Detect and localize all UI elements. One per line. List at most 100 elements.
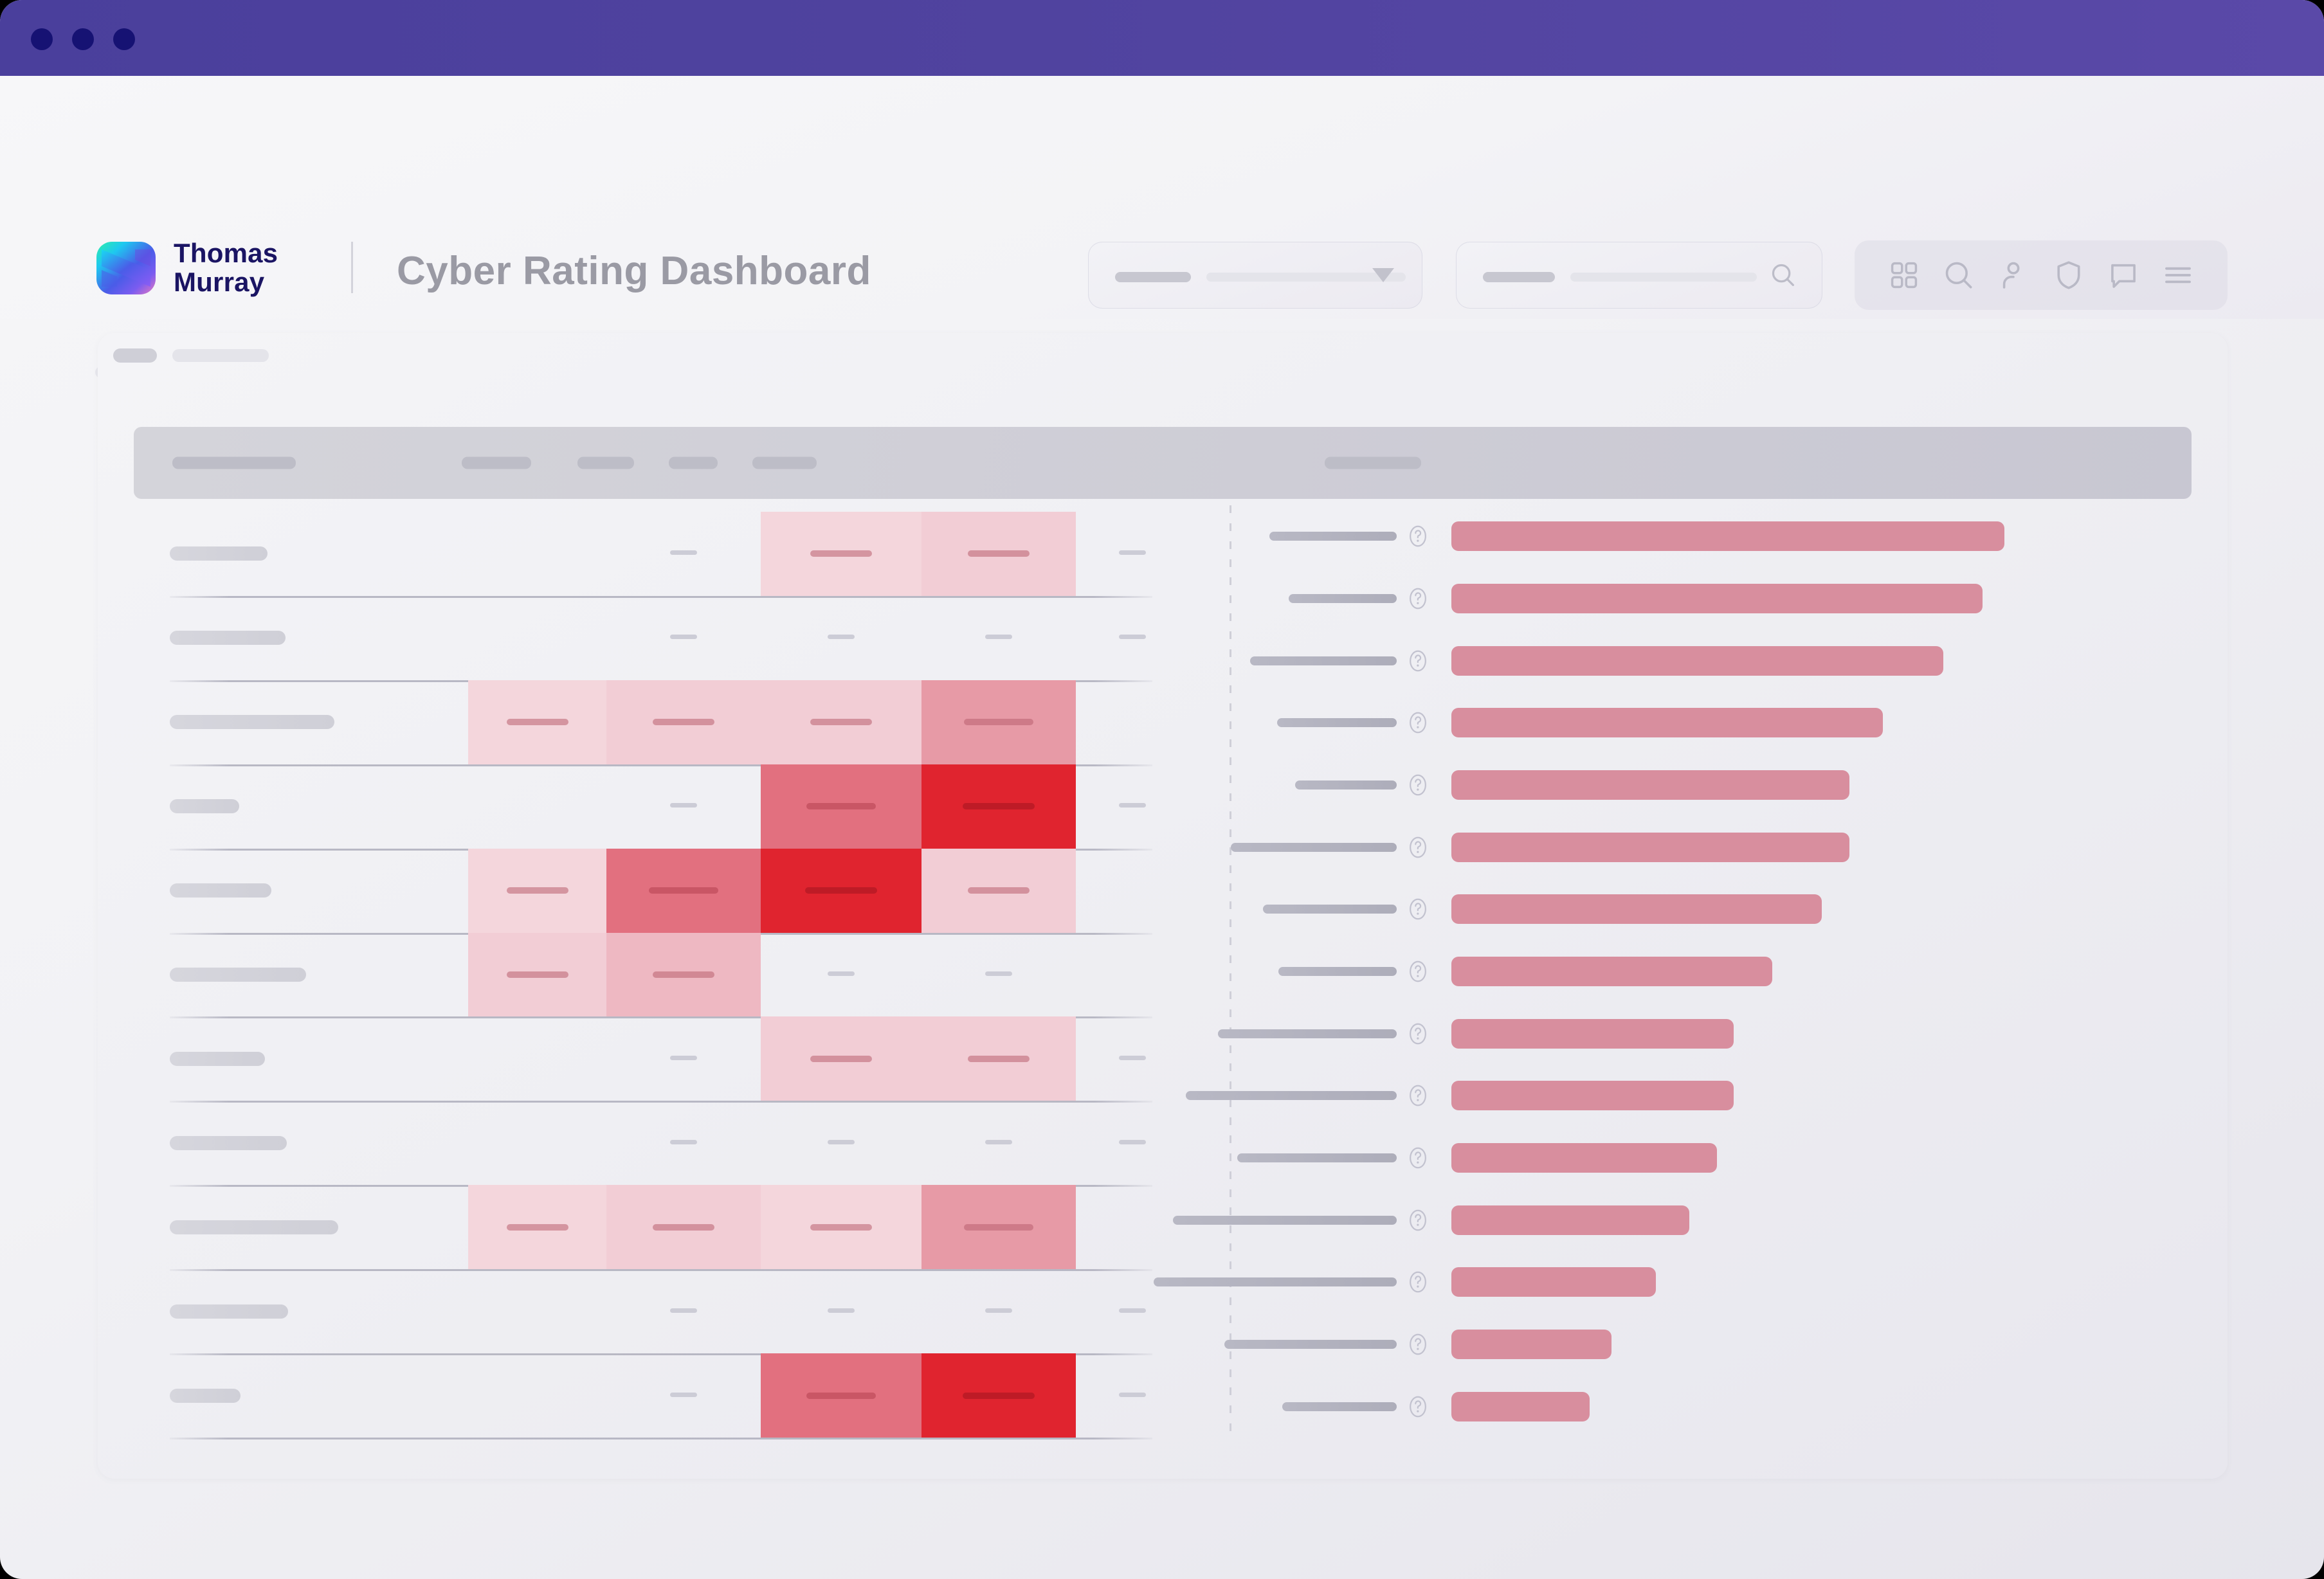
bar[interactable] — [1451, 894, 1822, 925]
bar[interactable] — [1451, 1391, 1590, 1421]
table-row[interactable] — [134, 512, 1188, 596]
question-mark-circle-icon[interactable] — [1407, 1268, 1429, 1296]
column-header-6[interactable] — [1325, 456, 1421, 469]
heatmap-cell[interactable] — [1076, 1101, 1188, 1185]
bar[interactable] — [1451, 1143, 1717, 1173]
table-row[interactable] — [134, 1016, 1188, 1101]
column-header-1[interactable] — [172, 456, 296, 469]
question-mark-circle-icon[interactable] — [1407, 833, 1429, 862]
heatmap-cell[interactable] — [468, 596, 606, 680]
heatmap-cell[interactable] — [606, 764, 761, 849]
bar-chart-row[interactable] — [1224, 1326, 2194, 1362]
bar[interactable] — [1451, 1205, 1689, 1235]
heatmap-cell[interactable] — [761, 1353, 921, 1438]
table-row[interactable] — [134, 1185, 1188, 1270]
question-mark-circle-icon[interactable] — [1407, 1330, 1429, 1358]
bar-chart-row[interactable] — [1218, 1016, 2194, 1052]
bar-chart-row[interactable] — [1268, 767, 2194, 803]
bar-chart-row[interactable] — [1250, 643, 2194, 679]
bar[interactable] — [1451, 957, 1772, 986]
heatmap-cell[interactable] — [606, 1101, 761, 1185]
maximize-button[interactable] — [113, 28, 135, 50]
bar[interactable] — [1451, 770, 1849, 800]
column-header-3[interactable] — [577, 456, 634, 469]
heatmap-cell[interactable] — [606, 932, 761, 1017]
heatmap-cell[interactable] — [761, 933, 921, 1017]
table-row[interactable] — [134, 932, 1188, 1017]
heatmap-cell[interactable] — [468, 1269, 606, 1353]
question-mark-circle-icon[interactable] — [1407, 708, 1429, 737]
bar-chart-row[interactable] — [1154, 1264, 2194, 1300]
bar-chart-row[interactable] — [1263, 891, 2194, 927]
heatmap-cell[interactable] — [921, 1353, 1076, 1438]
heatmap-cell[interactable] — [606, 1353, 761, 1438]
column-header-2[interactable] — [462, 456, 531, 469]
question-mark-circle-icon[interactable] — [1407, 1081, 1429, 1110]
heatmap-cell[interactable] — [921, 764, 1076, 849]
heatmap-cell[interactable] — [606, 680, 761, 764]
heatmap-cell[interactable] — [468, 932, 606, 1017]
table-row[interactable] — [134, 680, 1188, 764]
heatmap-cell[interactable] — [606, 1185, 761, 1270]
minimize-button[interactable] — [72, 28, 94, 50]
heatmap-cell[interactable] — [606, 1016, 761, 1101]
bar-chart-row[interactable] — [1173, 1202, 2194, 1238]
heatmap-cell[interactable] — [1076, 680, 1188, 764]
heatmap-cell[interactable] — [761, 680, 921, 764]
bar[interactable] — [1451, 521, 2004, 552]
heatmap-cell[interactable] — [606, 848, 761, 933]
bar-chart-row[interactable] — [1268, 581, 2194, 617]
bar-chart-row[interactable] — [1186, 1078, 2194, 1114]
column-header-5[interactable] — [752, 456, 817, 469]
search-icon[interactable] — [1939, 255, 1979, 295]
heatmap-cell[interactable] — [921, 848, 1076, 933]
heatmap-cell[interactable] — [468, 512, 606, 596]
heatmap-cell[interactable] — [468, 848, 606, 933]
heatmap-cell[interactable] — [1076, 512, 1188, 596]
column-header-4[interactable] — [669, 456, 718, 469]
bar-chart-row[interactable] — [1268, 953, 2194, 989]
heatmap-cell[interactable] — [761, 848, 921, 933]
bar-chart-row[interactable] — [1268, 705, 2194, 741]
heatmap-cell[interactable] — [761, 1016, 921, 1101]
heatmap-cell[interactable] — [761, 1101, 921, 1185]
heatmap-cell[interactable] — [468, 764, 606, 849]
bar-chart-row[interactable] — [1268, 1389, 2194, 1425]
table-row[interactable] — [134, 1353, 1188, 1438]
heatmap-cell[interactable] — [1076, 933, 1188, 1017]
bar[interactable] — [1451, 1018, 1734, 1049]
bar[interactable] — [1451, 645, 1943, 676]
bar-chart-row[interactable] — [1237, 1140, 2194, 1176]
heatmap-cell[interactable] — [921, 680, 1076, 764]
question-mark-circle-icon[interactable] — [1407, 771, 1429, 799]
heatmap-cell[interactable] — [606, 596, 761, 680]
bar-chart-row[interactable] — [1268, 518, 2194, 554]
question-mark-circle-icon[interactable] — [1407, 584, 1429, 613]
bar[interactable] — [1451, 1081, 1734, 1111]
heatmap-cell[interactable] — [761, 764, 921, 849]
user-icon[interactable] — [1993, 255, 2033, 295]
heatmap-cell[interactable] — [921, 1016, 1076, 1101]
heatmap-cell[interactable] — [1076, 764, 1188, 849]
heatmap-cell[interactable] — [1076, 1016, 1188, 1101]
bar[interactable] — [1451, 1330, 1611, 1359]
heatmap-cell[interactable] — [921, 933, 1076, 1017]
question-mark-circle-icon[interactable] — [1407, 647, 1429, 675]
table-row[interactable] — [134, 1269, 1188, 1353]
heatmap-cell[interactable] — [761, 1185, 921, 1270]
question-mark-circle-icon[interactable] — [1407, 895, 1429, 923]
question-mark-circle-icon[interactable] — [1407, 1144, 1429, 1172]
shield-icon[interactable] — [2049, 255, 2089, 295]
heatmap-cell[interactable] — [1076, 849, 1188, 933]
heatmap-cell[interactable] — [1076, 596, 1188, 680]
heatmap-cell[interactable] — [921, 596, 1076, 680]
heatmap-cell[interactable] — [468, 1185, 606, 1270]
table-row[interactable] — [134, 764, 1188, 849]
heatmap-cell[interactable] — [761, 596, 921, 680]
grid-apps-icon[interactable] — [1884, 255, 1924, 295]
heatmap-cell[interactable] — [606, 512, 761, 596]
hamburger-menu-icon[interactable] — [2158, 255, 2198, 295]
brand-logo[interactable]: Thomas Murray — [95, 239, 278, 296]
table-row[interactable] — [134, 595, 1188, 680]
chat-bubble-icon[interactable] — [2103, 255, 2143, 295]
